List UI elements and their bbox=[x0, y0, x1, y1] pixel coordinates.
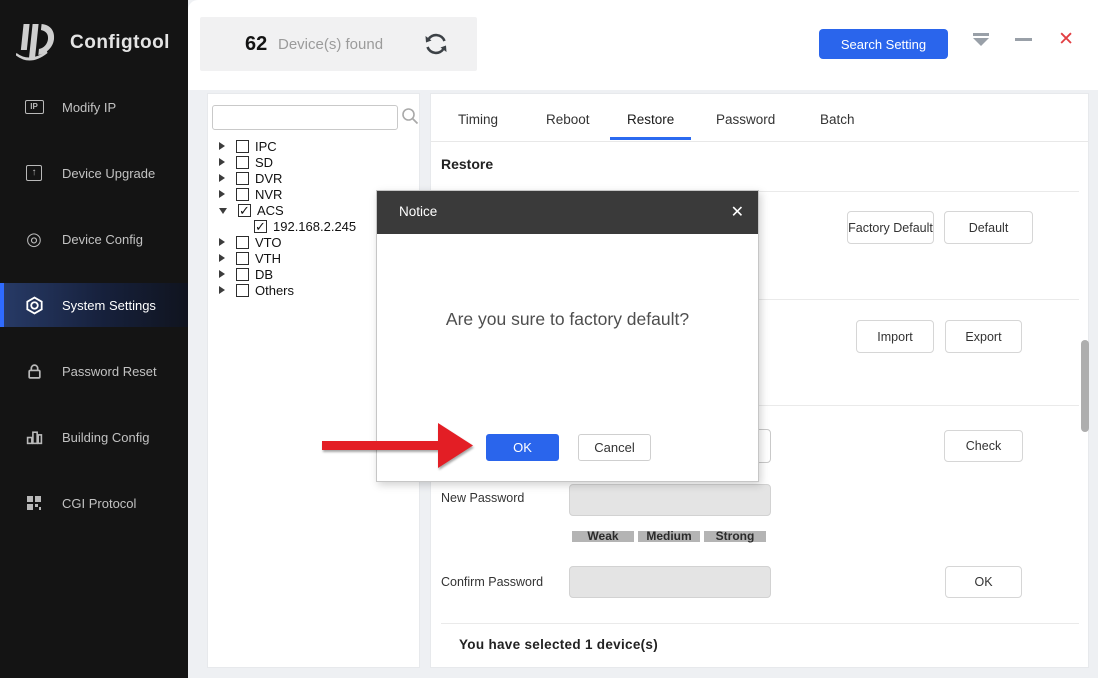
sidebar-item-modify-ip[interactable]: IP Modify IP bbox=[0, 85, 188, 129]
sidebar: Configtool IP Modify IP ↑ Device Upgrade… bbox=[0, 0, 188, 678]
sidebar-item-system-settings[interactable]: System Settings bbox=[0, 283, 188, 327]
checkbox[interactable] bbox=[236, 235, 249, 249]
dialog-cancel-button[interactable]: Cancel bbox=[578, 434, 651, 461]
tab-reboot[interactable]: Reboot bbox=[546, 112, 590, 127]
app-logo: Configtool bbox=[16, 20, 170, 66]
expand-arrow-icon[interactable] bbox=[219, 174, 225, 182]
collapse-filter-icon[interactable] bbox=[973, 32, 990, 47]
tab-batch[interactable]: Batch bbox=[820, 112, 855, 127]
lock-icon bbox=[24, 361, 44, 381]
divider bbox=[441, 623, 1079, 624]
device-count: 62 bbox=[245, 33, 268, 55]
modify-ip-icon: IP bbox=[24, 97, 44, 117]
checkbox[interactable] bbox=[236, 187, 249, 201]
search-setting-button[interactable]: Search Setting bbox=[819, 29, 948, 59]
tab-timing[interactable]: Timing bbox=[458, 112, 498, 127]
system-settings-icon bbox=[24, 295, 44, 315]
strength-weak: Weak bbox=[572, 530, 634, 542]
close-icon[interactable]: ✕ bbox=[1058, 30, 1074, 49]
annotation-arrow-icon bbox=[322, 423, 473, 468]
sidebar-item-label: CGI Protocol bbox=[62, 495, 137, 511]
sidebar-item-device-config[interactable]: ◎ Device Config bbox=[0, 217, 188, 261]
device-count-label: Device(s) found bbox=[278, 36, 384, 53]
configtool-window: Configtool IP Modify IP ↑ Device Upgrade… bbox=[0, 0, 1098, 678]
checkbox-checked[interactable] bbox=[238, 203, 251, 219]
sidebar-item-cgi-protocol[interactable]: CGI Protocol bbox=[0, 481, 188, 525]
expand-arrow-icon[interactable] bbox=[219, 254, 225, 262]
sidebar-item-label: Device Config bbox=[62, 231, 143, 247]
checkbox[interactable] bbox=[236, 283, 249, 297]
sidebar-item-label: Password Reset bbox=[62, 363, 157, 379]
checkbox[interactable] bbox=[236, 139, 249, 153]
ok-button[interactable]: OK bbox=[945, 566, 1022, 598]
bar-chart-icon bbox=[24, 427, 44, 447]
default-button[interactable]: Default bbox=[944, 211, 1033, 244]
tab-restore[interactable]: Restore bbox=[609, 112, 692, 140]
sidebar-item-label: Device Upgrade bbox=[62, 165, 156, 181]
expand-arrow-icon[interactable] bbox=[219, 270, 225, 278]
expand-arrow-icon[interactable] bbox=[219, 190, 225, 198]
sidebar-item-label: Modify IP bbox=[62, 99, 117, 115]
sidebar-item-label: System Settings bbox=[62, 297, 156, 313]
strength-strong: Strong bbox=[704, 530, 766, 542]
tree-row-dvr[interactable]: DVR bbox=[208, 170, 419, 186]
device-config-icon: ◎ bbox=[26, 229, 42, 249]
expand-arrow-icon[interactable] bbox=[219, 238, 225, 246]
selected-devices-text: You have selected 1 device(s) bbox=[459, 637, 659, 652]
tree-row-sd[interactable]: SD bbox=[208, 154, 419, 170]
checkbox[interactable] bbox=[236, 171, 249, 185]
dahua-logo-icon bbox=[16, 24, 55, 61]
grid-icon bbox=[24, 493, 44, 513]
import-button[interactable]: Import bbox=[856, 320, 934, 353]
strength-medium: Medium bbox=[638, 530, 700, 542]
section-title: Restore bbox=[441, 156, 494, 172]
expand-arrow-icon[interactable] bbox=[219, 142, 225, 150]
scrollbar-thumb[interactable] bbox=[1081, 340, 1089, 432]
minimize-icon[interactable] bbox=[1015, 38, 1033, 41]
tab-password[interactable]: Password bbox=[716, 112, 775, 127]
export-button[interactable]: Export bbox=[945, 320, 1022, 353]
device-count-box: 62 Device(s) found bbox=[200, 17, 477, 71]
app-title: Configtool bbox=[70, 32, 170, 53]
checkbox[interactable] bbox=[236, 155, 249, 169]
factory-default-button[interactable]: Factory Default bbox=[847, 211, 934, 244]
expand-arrow-icon[interactable] bbox=[219, 158, 225, 166]
new-password-label: New Password bbox=[441, 491, 525, 505]
sidebar-item-device-upgrade[interactable]: ↑ Device Upgrade bbox=[0, 151, 188, 195]
checkbox[interactable] bbox=[236, 267, 249, 281]
dialog-title: Notice bbox=[399, 204, 438, 219]
new-password-input bbox=[569, 484, 771, 516]
device-upgrade-icon: ↑ bbox=[24, 163, 44, 183]
sidebar-item-password-reset[interactable]: Password Reset bbox=[0, 349, 188, 393]
tree-row-ipc[interactable]: IPC bbox=[208, 138, 419, 154]
checkbox[interactable] bbox=[236, 251, 249, 265]
dialog-header: Notice ✕ bbox=[377, 191, 758, 234]
tree-search-input[interactable] bbox=[212, 105, 398, 130]
tab-bar: Timing Reboot Restore Password Batch bbox=[431, 94, 1088, 142]
dialog-message: Are you sure to factory default? bbox=[445, 309, 690, 329]
sidebar-item-label: Building Config bbox=[62, 429, 150, 445]
confirm-password-label: Confirm Password bbox=[441, 575, 544, 589]
password-strength-meter: Weak Medium Strong bbox=[572, 530, 766, 542]
confirm-password-input bbox=[569, 566, 771, 598]
search-icon[interactable] bbox=[401, 107, 419, 125]
expand-arrow-icon[interactable] bbox=[219, 286, 225, 294]
check-button[interactable]: Check bbox=[944, 430, 1023, 462]
collapse-arrow-icon[interactable] bbox=[219, 208, 227, 214]
topbar: 62 Device(s) found Search Setting ✕ bbox=[188, 0, 1098, 90]
checkbox-checked[interactable] bbox=[254, 219, 267, 235]
dialog-close-icon[interactable]: ✕ bbox=[731, 202, 744, 222]
refresh-icon[interactable] bbox=[422, 30, 452, 60]
dialog-ok-button[interactable]: OK bbox=[486, 434, 559, 461]
sidebar-item-building-config[interactable]: Building Config bbox=[0, 415, 188, 459]
